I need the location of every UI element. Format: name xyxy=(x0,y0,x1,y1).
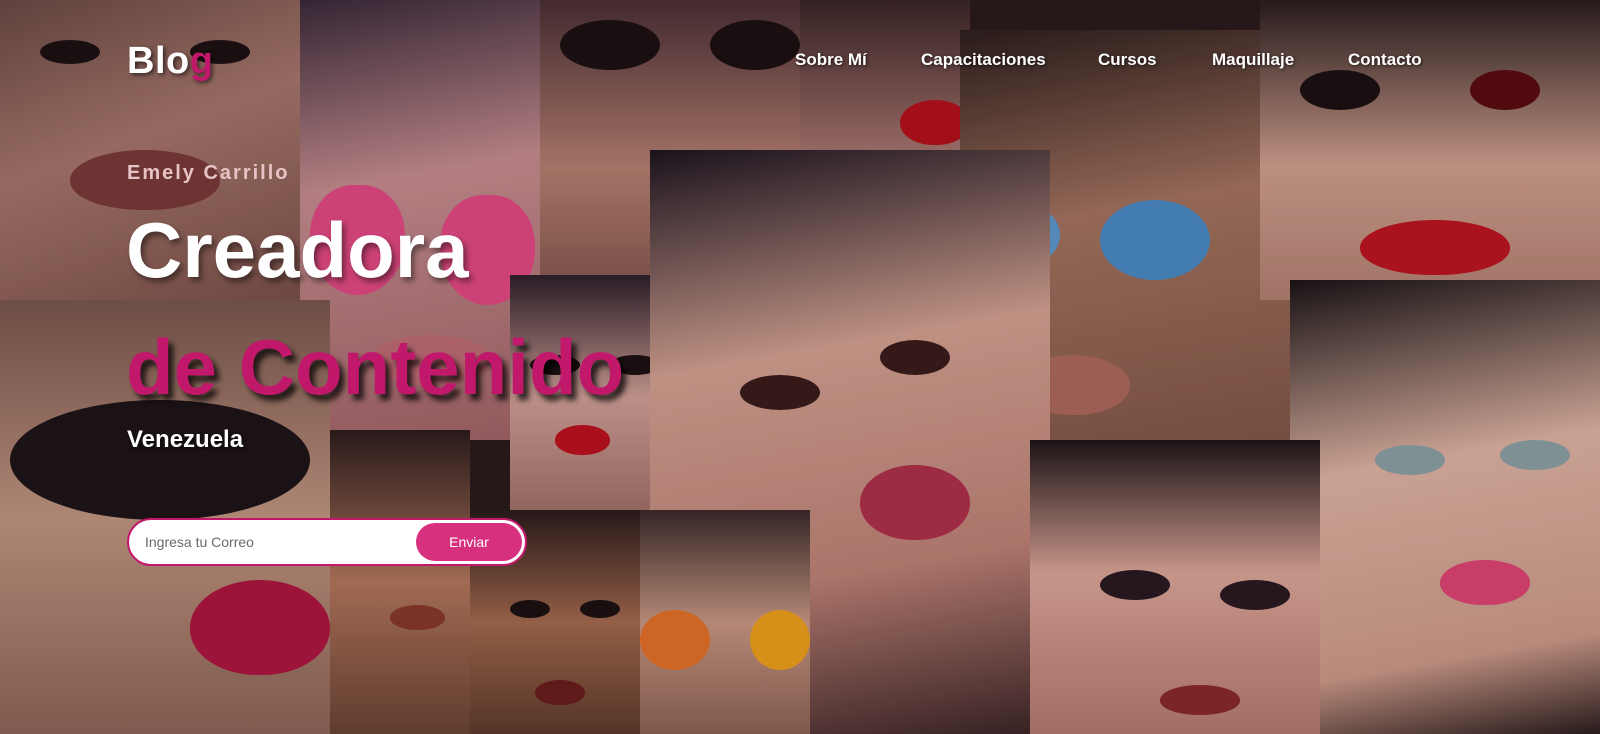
nav-link-contacto[interactable]: Contacto xyxy=(1348,50,1422,70)
site-logo[interactable]: Blog xyxy=(127,40,213,83)
email-input[interactable] xyxy=(129,520,409,564)
nav-link-cursos[interactable]: Cursos xyxy=(1098,50,1157,70)
newsletter-form: Enviar xyxy=(127,518,527,566)
hero-headline-line1: Creadora xyxy=(126,206,469,294)
nav-link-maquillaje[interactable]: Maquillaje xyxy=(1212,50,1294,70)
send-button[interactable]: Enviar xyxy=(416,523,522,561)
nav-link-capacitaciones[interactable]: Capacitaciones xyxy=(921,50,1046,70)
logo-text: Blo xyxy=(127,40,190,82)
logo-accent-letter: g xyxy=(189,40,214,82)
author-name: Emely Carrillo xyxy=(127,162,290,184)
hero-headline-line2: de Contenido xyxy=(126,323,625,411)
hero-location: Venezuela xyxy=(127,426,244,453)
nav-link-sobre-mi[interactable]: Sobre Mí xyxy=(795,50,867,70)
